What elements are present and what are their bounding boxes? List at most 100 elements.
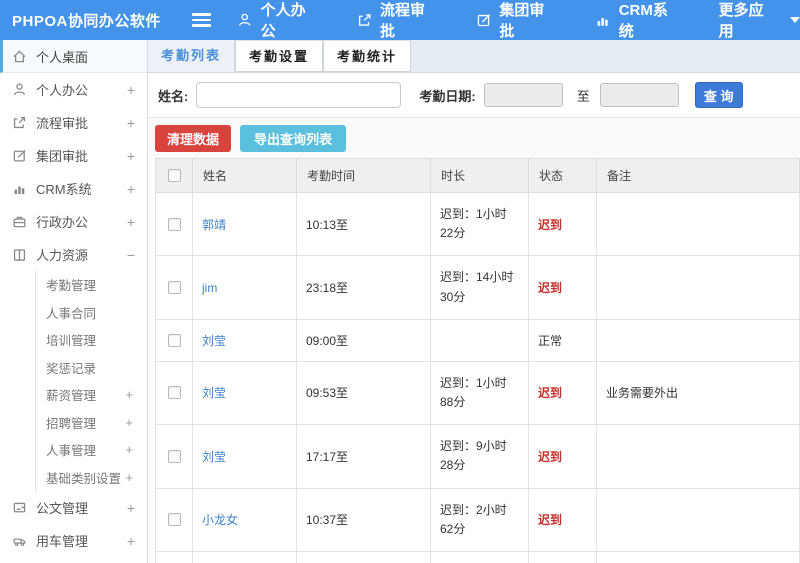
attendance-time-cell: 10:13至 bbox=[296, 191, 431, 257]
sidebar-item[interactable]: 集团审批 + bbox=[0, 139, 147, 172]
sidebar-subitem[interactable]: 招聘管理 + bbox=[36, 409, 147, 437]
table-row: 刘莹 17:17至 迟到：9小时28分 迟到 bbox=[155, 424, 800, 489]
duration-line: 迟到：1小时22分 bbox=[440, 207, 507, 241]
sidebar-item[interactable]: 个人办公 + bbox=[0, 73, 147, 106]
sidebar-subitem[interactable]: 基础类别设置 + bbox=[36, 464, 147, 492]
expand-toggle-icon: + bbox=[125, 442, 133, 458]
export-list-button[interactable]: 导出查询列表 bbox=[240, 124, 347, 152]
sidebar-item[interactable]: 公文管理 + bbox=[0, 491, 147, 524]
user-icon bbox=[237, 12, 252, 28]
row-checkbox[interactable] bbox=[167, 281, 181, 295]
row-checkbox[interactable] bbox=[167, 333, 181, 347]
name-input[interactable] bbox=[196, 82, 402, 108]
table-row: 刘莹 09:53至 迟到：1小时88分 迟到 业务需要外出 bbox=[155, 360, 800, 426]
select-all-checkbox[interactable] bbox=[167, 169, 181, 182]
row-checkbox[interactable] bbox=[167, 513, 181, 527]
sidebar-item[interactable]: 流程审批 + bbox=[0, 106, 147, 139]
note-cell bbox=[596, 255, 800, 320]
topnav-item-label: 更多应用 bbox=[718, 2, 764, 40]
employee-name-link[interactable]: jim bbox=[202, 281, 217, 295]
clear-data-button[interactable]: 清理数据 bbox=[155, 124, 232, 152]
sidebar-subitem-label: 人事管理 bbox=[46, 444, 97, 459]
employee-name-link[interactable]: 刘莹 bbox=[202, 450, 226, 464]
duration-cell bbox=[430, 318, 529, 362]
sidebar-subitem[interactable]: 考勤管理 bbox=[36, 271, 147, 299]
top-bar: PHPOA协同办公软件 个人办公 流程审批 集团审批 CRM系统 更多应用 bbox=[0, 0, 800, 40]
edit-icon bbox=[12, 148, 27, 163]
expand-toggle-icon: + bbox=[126, 114, 135, 131]
sidebar-item-label: 人力资源 bbox=[36, 248, 89, 263]
topnav-item[interactable]: 流程审批 bbox=[357, 0, 438, 41]
flow-icon bbox=[12, 115, 27, 130]
topnav-item[interactable]: 个人办公 bbox=[237, 0, 318, 41]
note-cell bbox=[596, 487, 800, 552]
edit-icon bbox=[476, 12, 491, 28]
sidebar-item[interactable]: CRM系统 + bbox=[0, 172, 147, 205]
sidebar-item[interactable]: 用车管理 + bbox=[0, 524, 147, 557]
note-cell bbox=[596, 318, 800, 362]
expand-toggle-icon: + bbox=[126, 81, 135, 98]
sidebar-item-label: 公文管理 bbox=[36, 501, 89, 516]
expand-toggle-icon: + bbox=[125, 469, 133, 485]
tab-item[interactable]: 考勤统计 bbox=[323, 40, 412, 72]
table-row: 小龙女 10:37至 迟到：2小时62分 迟到 bbox=[155, 487, 800, 552]
main-content: 考勤列表 考勤设置 考勤统计 姓名: 考勤日期: 至 查 询 清理数据 导出查询列表… bbox=[148, 40, 800, 563]
status-badge: 迟到 bbox=[538, 281, 563, 296]
sidebar-subitem-label: 基础类别设置 bbox=[46, 471, 122, 486]
column-header: 姓名 bbox=[192, 158, 297, 193]
sidebar-subitem-label: 薪资管理 bbox=[46, 389, 97, 404]
sidebar-subitem[interactable]: 培训管理 bbox=[36, 326, 147, 354]
date-to-input[interactable] bbox=[599, 83, 679, 107]
employee-name-link[interactable]: 小龙女 bbox=[202, 513, 238, 527]
home-icon bbox=[12, 49, 27, 64]
topnav-item[interactable]: 集团审批 bbox=[476, 0, 557, 41]
attendance-time-cell: 10:54至10:54 bbox=[296, 550, 431, 563]
search-button[interactable]: 查 询 bbox=[694, 82, 743, 108]
sidebar-subitem[interactable]: 人事合同 bbox=[36, 299, 147, 327]
row-checkbox[interactable] bbox=[167, 386, 181, 400]
doc-icon bbox=[12, 500, 27, 515]
table-row: 刘莹 09:00至 正常 bbox=[155, 318, 800, 362]
duration-line: 迟到：2小时62分 bbox=[440, 502, 507, 536]
topnav-item[interactable]: 更多应用 bbox=[719, 0, 800, 41]
sidebar-item-label: 流程审批 bbox=[36, 116, 89, 131]
duration-line: 迟到：1小时88分 bbox=[440, 375, 507, 409]
sidebar-item[interactable]: 个人桌面 bbox=[0, 40, 147, 73]
expand-toggle-icon: + bbox=[126, 180, 135, 197]
employee-name-link[interactable]: 郭靖 bbox=[202, 218, 226, 232]
book-icon bbox=[12, 247, 27, 262]
expand-toggle-icon: + bbox=[125, 387, 133, 403]
expand-toggle-icon: + bbox=[126, 147, 135, 164]
date-label: 考勤日期: bbox=[419, 88, 476, 104]
top-nav: 个人办公 流程审批 集团审批 CRM系统 更多应用 bbox=[237, 0, 800, 41]
tab-item[interactable]: 考勤列表 bbox=[148, 40, 236, 72]
expand-toggle-icon: + bbox=[126, 499, 135, 516]
status-badge: 正常 bbox=[538, 333, 563, 348]
employee-name-link[interactable]: 刘莹 bbox=[202, 386, 226, 400]
duration-cell: 迟到：2小时62分 bbox=[430, 487, 529, 552]
duration-line: 迟到：14小时30分 bbox=[440, 270, 514, 304]
topnav-item[interactable]: CRM系统 bbox=[595, 0, 680, 41]
topnav-item-label: 集团审批 bbox=[499, 2, 545, 40]
sidebar-subitem[interactable]: 奖惩记录 bbox=[36, 354, 147, 382]
sidebar-subitem-label: 奖惩记录 bbox=[46, 361, 97, 376]
sidebar-subitem[interactable]: 薪资管理 + bbox=[36, 381, 147, 409]
expand-toggle-icon: + bbox=[126, 213, 135, 230]
column-header: 考勤时间 bbox=[296, 158, 431, 193]
sidebar-item-label: 集团审批 bbox=[36, 149, 89, 164]
employee-name-link[interactable]: 刘莹 bbox=[202, 334, 226, 348]
sidebar-item-label: CRM系统 bbox=[36, 182, 92, 197]
sidebar-item-label: 个人办公 bbox=[36, 83, 89, 98]
sidebar-item[interactable]: 行政办公 + bbox=[0, 205, 147, 238]
topnav-item-label: 流程审批 bbox=[380, 2, 426, 40]
hamburger-menu-icon[interactable] bbox=[191, 13, 212, 27]
sidebar-item[interactable]: 人力资源 − bbox=[0, 238, 147, 271]
row-checkbox[interactable] bbox=[167, 217, 181, 231]
tab-item[interactable]: 考勤设置 bbox=[235, 40, 324, 72]
sidebar-subitem[interactable]: 人事管理 + bbox=[36, 436, 147, 464]
status-badge: 迟到 bbox=[538, 217, 563, 232]
date-from-input[interactable] bbox=[483, 83, 563, 107]
row-checkbox[interactable] bbox=[167, 449, 181, 463]
duration-cell: 迟到：1小时88分 bbox=[430, 360, 529, 426]
tab-bar: 考勤列表 考勤设置 考勤统计 bbox=[148, 40, 800, 73]
